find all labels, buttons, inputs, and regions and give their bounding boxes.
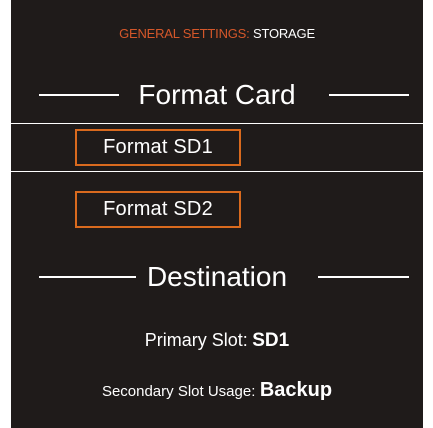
header-category: GENERAL SETTINGS: — [119, 26, 250, 41]
format-card-title: Format Card — [138, 79, 296, 110]
primary-slot-label: Primary Slot: — [144, 330, 248, 350]
secondary-slot-usage-row[interactable]: Secondary Slot Usage: Backup — [11, 379, 423, 402]
format-sd2-button[interactable]: Format SD2 — [75, 191, 241, 228]
header-page: STORAGE — [252, 26, 315, 41]
secondary-slot-usage-value: Backup — [259, 379, 333, 401]
page-header: GENERAL SETTINGS: STORAGE — [11, 26, 423, 41]
format-sd1-button[interactable]: Format SD1 — [75, 129, 241, 166]
format-card-heading: Format Card — [11, 78, 423, 112]
format-sd1-label: Format SD1 — [103, 136, 213, 158]
destination-title: Destination — [146, 261, 288, 292]
primary-slot-value: SD1 — [252, 330, 290, 351]
secondary-slot-usage-label: Secondary Slot Usage: — [101, 383, 256, 400]
format-sd2-label: Format SD2 — [103, 198, 213, 220]
destination-heading: Destination — [11, 260, 423, 294]
primary-slot-row[interactable]: Primary Slot: SD1 — [11, 330, 423, 352]
